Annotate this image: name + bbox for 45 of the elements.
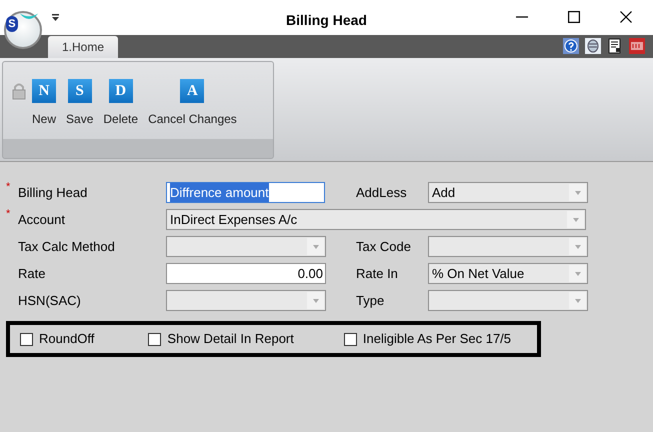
- dropdown-arrow-icon: [572, 218, 578, 222]
- field-label: HSN(SAC): [18, 292, 81, 308]
- app-logo[interactable]: S: [4, 11, 42, 49]
- ribbon-tab[interactable]: 1.Home: [48, 36, 118, 58]
- dropdown-field[interactable]: [428, 236, 588, 257]
- field-label: Billing Head: [18, 184, 88, 200]
- dropdown-field[interactable]: [428, 290, 588, 311]
- field-label: Tax Calc Method: [18, 238, 115, 254]
- help-icon[interactable]: [563, 38, 579, 54]
- checkbox[interactable]: Ineligible As Per Sec 17/5: [344, 329, 512, 349]
- text-field[interactable]: Diffrence amount: [166, 182, 325, 203]
- quick-access-icon[interactable]: [52, 14, 59, 22]
- dropdown-field[interactable]: [166, 290, 326, 311]
- field-label: Type: [356, 292, 384, 308]
- required-mark: *: [6, 180, 10, 195]
- checkbox[interactable]: RoundOff: [20, 329, 94, 349]
- dropdown-field[interactable]: InDirect Expenses A/c: [166, 209, 586, 230]
- dropdown-arrow-icon: [312, 298, 318, 302]
- toolbar-button[interactable]: S Save: [61, 79, 98, 128]
- dropdown-arrow-icon: [574, 190, 580, 194]
- dropdown-field[interactable]: Add: [428, 182, 588, 203]
- document-icon[interactable]: [607, 38, 623, 54]
- toolbar-button[interactable]: D Delete: [98, 79, 144, 128]
- window-title: Billing Head: [286, 11, 367, 30]
- close-icon: [620, 11, 632, 23]
- dropdown-field[interactable]: [166, 236, 326, 257]
- database-icon[interactable]: [585, 38, 601, 54]
- field-label: Account: [18, 212, 65, 227]
- minimize-icon: [516, 16, 528, 18]
- field-label: Rate In: [356, 266, 398, 281]
- exit-icon[interactable]: [629, 38, 645, 54]
- field-label: Tax Code: [356, 238, 411, 254]
- dropdown-arrow-icon: [574, 298, 580, 302]
- maximize-icon: [568, 11, 580, 23]
- field-label: AddLess: [356, 184, 407, 200]
- dropdown-arrow-icon: [574, 244, 580, 248]
- dropdown-arrow-icon: [574, 272, 580, 276]
- checkbox[interactable]: Show Detail In Report: [148, 329, 294, 349]
- field-label: Rate: [18, 266, 46, 281]
- toolbar-button[interactable]: A Cancel Changes: [143, 79, 242, 128]
- toolbar-button[interactable]: N New: [27, 79, 62, 128]
- dropdown-arrow-icon: [312, 244, 318, 248]
- required-mark: *: [6, 206, 10, 222]
- number-field[interactable]: 0.00: [166, 263, 326, 284]
- dropdown-field[interactable]: % On Net Value: [428, 263, 588, 284]
